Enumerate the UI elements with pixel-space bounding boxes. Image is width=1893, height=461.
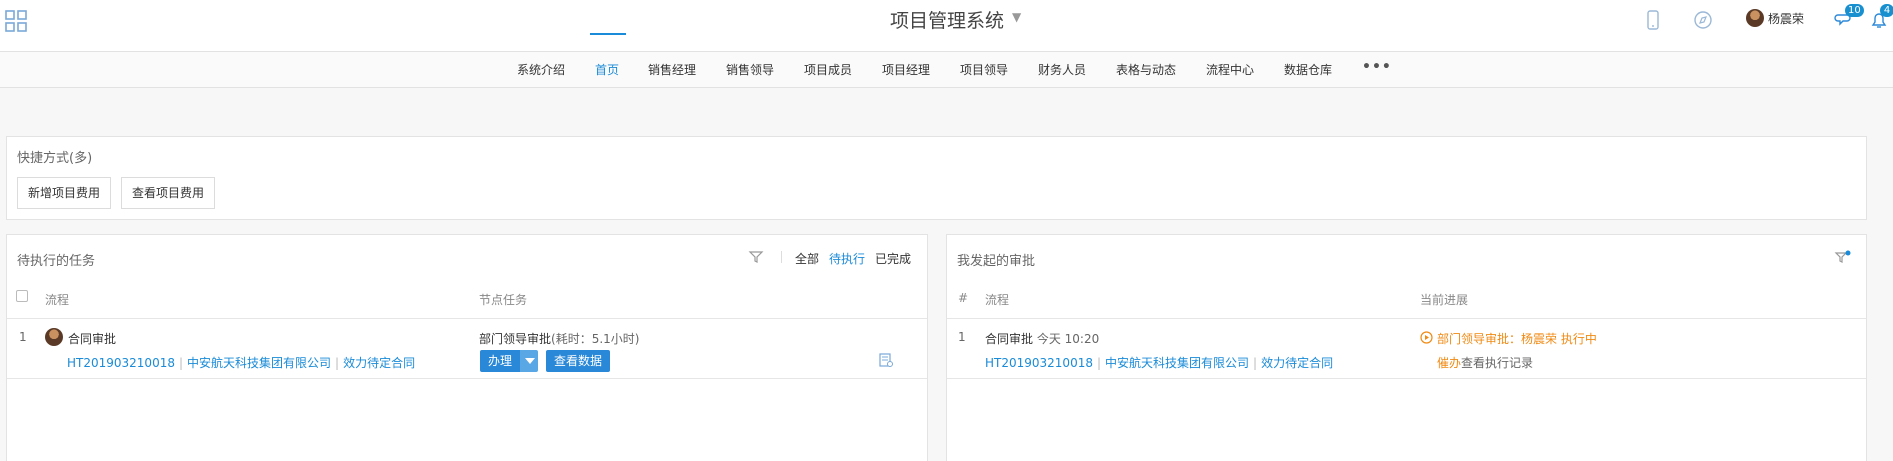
nav-item-intro[interactable]: 系统介绍 bbox=[517, 61, 565, 78]
row-divider bbox=[947, 378, 1866, 379]
table-header-divider bbox=[947, 318, 1866, 319]
view-history-link[interactable]: 查看执行记录 bbox=[1461, 356, 1533, 370]
form-detail-icon[interactable] bbox=[878, 352, 894, 368]
row-index: 1 bbox=[19, 330, 27, 344]
approval-time: 今天 10:20 bbox=[1036, 332, 1100, 346]
nav-item-project-manager[interactable]: 项目经理 bbox=[882, 61, 930, 78]
approval-progress-status: 部门领导审批：杨震荣 执行中 bbox=[1437, 332, 1597, 346]
approval-contract-meta: HT201903210018 | 中安航天科技集团有限公司 | 效力待定合同 bbox=[985, 356, 1334, 370]
messages-badge: 10 bbox=[1845, 4, 1864, 17]
column-header-index: # bbox=[958, 291, 969, 305]
contract-status-link[interactable]: 效力待定合同 bbox=[343, 356, 415, 370]
compass-icon[interactable] bbox=[1692, 9, 1714, 31]
urge-link[interactable]: 催办 bbox=[1437, 356, 1461, 370]
table-header-divider bbox=[7, 318, 927, 319]
my-approvals-panel bbox=[946, 234, 1867, 461]
avatar[interactable] bbox=[1746, 9, 1764, 27]
approval-process: 合同审批 今天 10:20 bbox=[985, 330, 1099, 347]
approval-actions: 催办查看执行记录 bbox=[1437, 354, 1533, 371]
task-process-name[interactable]: 合同审批 bbox=[68, 330, 116, 347]
nav-item-finance[interactable]: 财务人员 bbox=[1038, 61, 1086, 78]
pending-tasks-panel bbox=[6, 234, 928, 461]
contract-status-link[interactable]: 效力待定合同 bbox=[1261, 356, 1333, 370]
node-task-duration: (耗时：5.1小时) bbox=[551, 332, 640, 346]
top-bar: 项目管理系统 ▼ 杨震荣 10 4 bbox=[0, 0, 1893, 52]
contract-code-link[interactable]: HT201903210018 bbox=[67, 356, 175, 370]
company-link[interactable]: 中安航天科技集团有限公司 bbox=[1105, 356, 1249, 370]
node-task-name: 部门领导审批 bbox=[479, 332, 552, 346]
view-project-expense-button[interactable]: 查看项目费用 bbox=[121, 177, 216, 209]
column-header-process: 流程 bbox=[985, 293, 1010, 307]
filter-all[interactable]: 全部 bbox=[795, 250, 819, 267]
row-index: 1 bbox=[958, 330, 966, 344]
shortcuts-title: 快捷方式(多) bbox=[17, 151, 93, 166]
app-title[interactable]: 项目管理系统 bbox=[890, 6, 1004, 33]
notifications-badge: 4 bbox=[1880, 4, 1893, 17]
view-data-button[interactable]: 查看数据 bbox=[546, 350, 610, 372]
node-task: 部门领导审批(耗时：5.1小时) bbox=[479, 330, 639, 347]
filter-icon[interactable] bbox=[748, 249, 764, 265]
username[interactable]: 杨震荣 bbox=[1768, 10, 1804, 27]
my-approvals-title: 我发起的审批 bbox=[957, 254, 1036, 269]
column-header-node-task: 节点任务 bbox=[479, 293, 528, 307]
nav-item-home[interactable]: 首页 bbox=[595, 61, 619, 78]
main-nav: 系统介绍 首页 销售经理 销售领导 项目成员 项目经理 项目领导 财务人员 表格… bbox=[0, 52, 1893, 88]
nav-item-sales-leader[interactable]: 销售领导 bbox=[726, 61, 774, 78]
nav-item-forms-activity[interactable]: 表格与动态 bbox=[1116, 61, 1176, 78]
handle-dropdown-button[interactable] bbox=[520, 350, 538, 372]
nav-item-project-members[interactable]: 项目成员 bbox=[804, 61, 852, 78]
nav-item-data-warehouse[interactable]: 数据仓库 bbox=[1284, 61, 1332, 78]
filter-completed[interactable]: 已完成 bbox=[875, 250, 911, 267]
column-header-process: 流程 bbox=[45, 293, 70, 307]
active-tab-indicator bbox=[590, 33, 626, 35]
avatar bbox=[45, 328, 63, 346]
handle-button[interactable]: 办理 bbox=[480, 350, 520, 372]
filter-divider bbox=[781, 251, 782, 263]
chevron-down-icon[interactable]: ▼ bbox=[1012, 10, 1021, 24]
nav-item-project-leader[interactable]: 项目领导 bbox=[960, 61, 1008, 78]
more-icon[interactable]: ••• bbox=[1362, 59, 1392, 75]
filter-pending[interactable]: 待执行 bbox=[829, 250, 865, 267]
mobile-icon[interactable] bbox=[1642, 9, 1664, 31]
row-divider bbox=[7, 378, 927, 379]
filter-icon[interactable] bbox=[1834, 249, 1852, 267]
nav-item-sales-manager[interactable]: 销售经理 bbox=[648, 61, 696, 78]
nav-item-workflow-center[interactable]: 流程中心 bbox=[1206, 61, 1254, 78]
shortcuts-panel bbox=[6, 136, 1867, 220]
task-contract-meta: HT201903210018 | 中安航天科技集团有限公司 | 效力待定合同 bbox=[67, 356, 416, 370]
company-link[interactable]: 中安航天科技集团有限公司 bbox=[187, 356, 331, 370]
contract-code-link[interactable]: HT201903210018 bbox=[985, 356, 1093, 370]
pending-tasks-title: 待执行的任务 bbox=[17, 254, 96, 269]
apps-grid-icon[interactable] bbox=[5, 10, 27, 32]
select-all-checkbox[interactable] bbox=[16, 290, 28, 302]
approval-process-name[interactable]: 合同审批 bbox=[985, 332, 1033, 346]
add-project-expense-button[interactable]: 新增项目费用 bbox=[17, 177, 112, 209]
play-circle-icon bbox=[1420, 331, 1433, 344]
column-header-progress: 当前进展 bbox=[1420, 293, 1469, 307]
